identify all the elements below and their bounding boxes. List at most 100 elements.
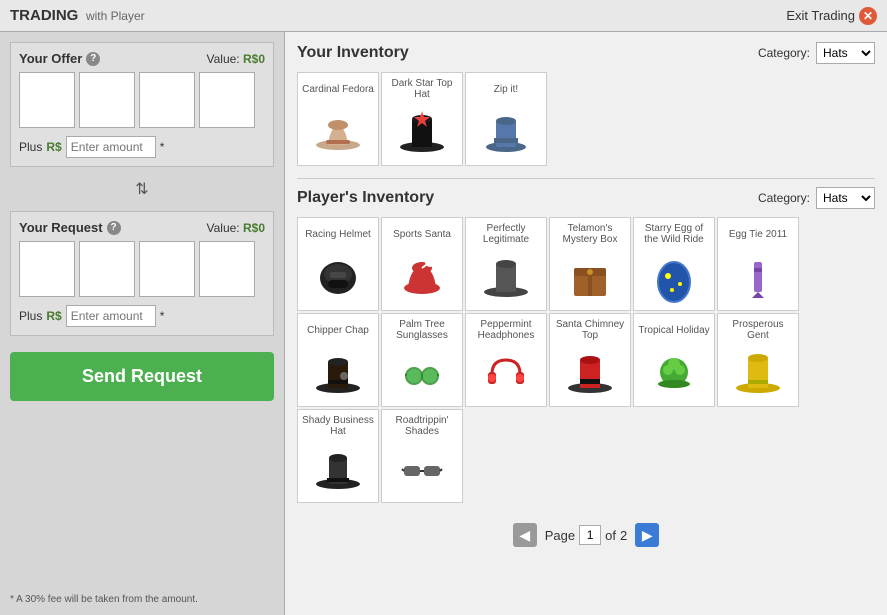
your-category-label: Category: (758, 46, 810, 60)
item-name: Shady Business Hat (302, 414, 374, 438)
total-pages: 2 (620, 528, 627, 543)
player-inventory-item[interactable]: Telamon's Mystery Box (549, 217, 631, 311)
offer-item-slots (19, 72, 265, 128)
player-category-label: Category: (758, 191, 810, 205)
offer-section: Your Offer ? Value: R$0 Plus R$ * (10, 42, 274, 167)
request-robux-label: R$ (46, 309, 61, 323)
offer-plus-row: Plus R$ * (19, 136, 265, 158)
page-prev-button[interactable]: ◀ (513, 523, 537, 547)
request-slot-2[interactable] (79, 241, 135, 297)
item-name: Egg Tie 2011 (729, 222, 787, 246)
offer-help-icon[interactable]: ? (86, 52, 100, 66)
item-name: Roadtrippin' Shades (386, 414, 458, 438)
request-item-slots (19, 241, 265, 297)
player-inventory-item[interactable]: Peppermint Headphones (465, 313, 547, 407)
player-inventory-item[interactable]: Shady Business Hat (297, 409, 379, 503)
player-inventory-item[interactable]: Prosperous Gent (717, 313, 799, 407)
arrows-icon: ⇅ (135, 179, 148, 199)
page-next-button[interactable]: ▶ (635, 523, 659, 547)
offer-header: Your Offer ? Value: R$0 (19, 51, 265, 66)
item-image (308, 101, 368, 161)
offer-robux-label: R$ (46, 140, 61, 154)
player-category-select[interactable]: Hats Faces Gear (816, 187, 875, 209)
exit-trading-label: Exit Trading (786, 8, 855, 23)
request-slot-3[interactable] (139, 241, 195, 297)
offer-slot-4[interactable] (199, 72, 255, 128)
offer-plus-label: Plus (19, 140, 42, 154)
item-image (644, 246, 704, 306)
request-header: Your Request ? Value: R$0 (19, 220, 265, 235)
offer-slot-1[interactable] (19, 72, 75, 128)
item-image (308, 438, 368, 498)
your-inventory-header: Your Inventory Category: Hats Faces Gear (297, 42, 875, 64)
your-inventory-item[interactable]: Cardinal Fedora (297, 72, 379, 166)
request-plus-row: Plus R$ * (19, 305, 265, 327)
player-inventory-item[interactable]: Egg Tie 2011 (717, 217, 799, 311)
item-name: Telamon's Mystery Box (554, 222, 626, 246)
item-image (392, 342, 452, 402)
player-inventory-category-row: Category: Hats Faces Gear (758, 187, 875, 209)
player-inventory-grid: Racing HelmetSports Santa Perfectly Legit… (297, 217, 875, 503)
player-inventory-item[interactable]: Palm Tree Sunglasses (381, 313, 463, 407)
player-inventory-header: Player's Inventory Category: Hats Faces … (297, 187, 875, 209)
offer-slot-3[interactable] (139, 72, 195, 128)
item-name: Perfectly Legitimate (470, 222, 542, 246)
inventory-separator (297, 178, 875, 179)
right-panel: Your Inventory Category: Hats Faces Gear… (285, 32, 887, 615)
player-inventory-item[interactable]: Racing Helmet (297, 217, 379, 311)
item-image (728, 342, 788, 402)
player-inventory-title: Player's Inventory (297, 189, 434, 207)
request-help-icon[interactable]: ? (107, 221, 121, 235)
player-inventory-item[interactable]: Santa Chimney Top (549, 313, 631, 407)
request-slot-1[interactable] (19, 241, 75, 297)
page-text: Page of 2 (545, 525, 627, 545)
item-name: Dark Star Top Hat (386, 77, 458, 101)
request-asterisk: * (160, 309, 165, 323)
request-amount-input[interactable] (66, 305, 156, 327)
player-inventory-item[interactable]: Perfectly Legitimate (465, 217, 547, 311)
item-image (308, 246, 368, 306)
offer-title-row: Your Offer ? (19, 51, 100, 66)
item-image (308, 342, 368, 402)
offer-amount-input[interactable] (66, 136, 156, 158)
item-image (728, 246, 788, 306)
player-inventory-item[interactable]: Sports Santa (381, 217, 463, 311)
item-name: Palm Tree Sunglasses (386, 318, 458, 342)
offer-slot-2[interactable] (79, 72, 135, 128)
item-image (392, 101, 452, 161)
item-name: Tropical Holiday (638, 318, 709, 342)
item-image (644, 342, 704, 402)
exit-trading-button[interactable]: Exit Trading ✕ (786, 7, 877, 25)
pagination: ◀ Page of 2 ▶ (297, 515, 875, 555)
your-inventory-item[interactable]: Zip it! (465, 72, 547, 166)
request-title-row: Your Request ? (19, 220, 121, 235)
item-name: Cardinal Fedora (302, 77, 374, 101)
player-inventory-item[interactable]: Starry Egg of the Wild Ride (633, 217, 715, 311)
exit-x-icon: ✕ (859, 7, 877, 25)
player-inventory-item[interactable]: Roadtrippin' Shades (381, 409, 463, 503)
divider-arrows: ⇅ (10, 175, 274, 203)
request-section: Your Request ? Value: R$0 Plus R$ * (10, 211, 274, 336)
your-inventory-item[interactable]: Dark Star Top Hat (381, 72, 463, 166)
item-name: Starry Egg of the Wild Ride (638, 222, 710, 246)
fee-note: * A 30% fee will be taken from the amoun… (10, 586, 274, 605)
item-image (560, 342, 620, 402)
of-label: of (605, 528, 616, 543)
main-layout: Your Offer ? Value: R$0 Plus R$ * (0, 32, 887, 615)
your-inventory-grid: Cardinal Fedora Dark Star Top Hat Zip it! (297, 72, 875, 166)
item-image (392, 246, 452, 306)
player-inventory-section: Player's Inventory Category: Hats Faces … (297, 187, 875, 503)
header-title: TRADING with Player (10, 7, 145, 24)
player-inventory-item[interactable]: Chipper Chap (297, 313, 379, 407)
request-plus-label: Plus (19, 309, 42, 323)
page-number-input[interactable] (579, 525, 601, 545)
item-name: Zip it! (494, 77, 518, 101)
your-category-select[interactable]: Hats Faces Gear (816, 42, 875, 64)
request-slot-4[interactable] (199, 241, 255, 297)
offer-asterisk: * (160, 140, 165, 154)
send-request-button[interactable]: Send Request (10, 352, 274, 401)
page-label: Page (545, 528, 575, 543)
player-inventory-item[interactable]: Tropical Holiday (633, 313, 715, 407)
offer-title: Your Offer (19, 51, 82, 66)
item-image (560, 246, 620, 306)
